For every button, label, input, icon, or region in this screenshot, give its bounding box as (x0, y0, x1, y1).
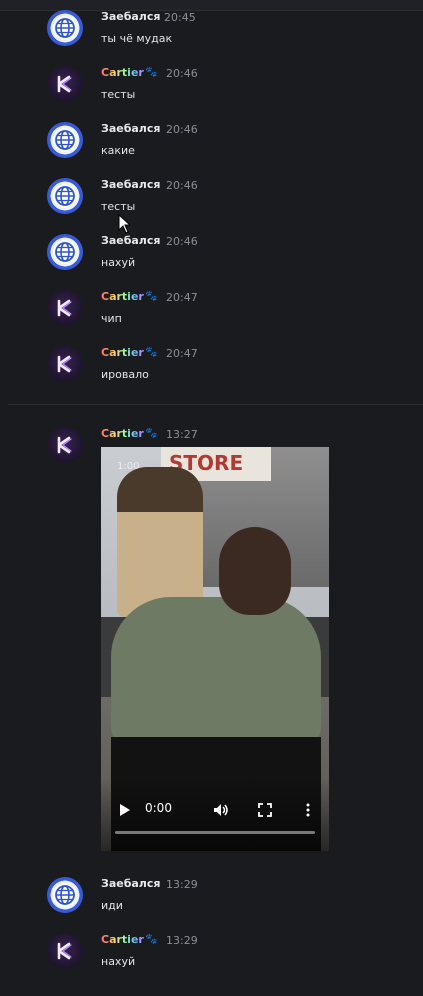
mouse-cursor-icon (118, 214, 130, 234)
video-current-time: 0:00 (145, 801, 172, 815)
message-text: какие (101, 144, 135, 157)
video-badge-text: 1:00 (117, 461, 140, 472)
avatar[interactable] (47, 122, 83, 158)
message-item: Cartier 🐾 20:47 ировало (0, 346, 423, 396)
message-item: Cartier 🐾 13:29 нахуй (0, 933, 423, 983)
timestamp: 20:46 (166, 235, 198, 248)
message-item: Cartier 🐾 20:46 тесты (0, 66, 423, 116)
message-item: Заебался 20:46 тесты (0, 178, 423, 228)
play-icon[interactable] (119, 803, 131, 817)
message-item: Заебался 20:46 какие (0, 122, 423, 172)
globe-icon (55, 130, 75, 150)
avatar[interactable] (47, 234, 83, 270)
paw-badge-icon: 🐾 (145, 934, 158, 945)
avatar[interactable] (47, 877, 83, 913)
message-text: чип (101, 312, 122, 325)
timestamp: 20:46 (166, 123, 198, 136)
author-name[interactable]: Cartier (101, 290, 144, 303)
k-logo-icon (57, 299, 72, 317)
timestamp: 20:46 (166, 67, 198, 80)
message-text: тесты (101, 200, 136, 213)
avatar[interactable] (47, 427, 83, 463)
volume-icon[interactable] (213, 803, 229, 817)
k-logo-icon (57, 75, 72, 93)
globe-icon (55, 242, 75, 262)
fullscreen-icon[interactable] (258, 803, 272, 817)
globe-icon (55, 885, 75, 905)
message-item: Заебался 13:29 иди (0, 877, 423, 927)
avatar[interactable] (47, 178, 83, 214)
message-text: ты чё мудак (101, 32, 173, 45)
timestamp: 20:46 (166, 179, 198, 192)
video-frame (111, 597, 321, 747)
globe-icon (55, 18, 75, 38)
author-name[interactable]: Cartier (101, 933, 144, 946)
author-name[interactable]: Заебался (101, 877, 160, 890)
video-player[interactable]: STORE 1:00 0:00 (101, 447, 329, 851)
avatar[interactable] (47, 66, 83, 102)
timestamp: 13:27 (166, 428, 198, 441)
video-frame (117, 467, 203, 617)
video-controls: 0:00 (101, 793, 329, 833)
message-text: нахуй (101, 256, 136, 269)
message-item: Cartier 🐾 20:47 чип (0, 290, 423, 340)
paw-badge-icon: 🐾 (145, 291, 158, 302)
paw-badge-icon: 🐾 (145, 347, 158, 358)
more-options-icon[interactable] (305, 803, 311, 817)
video-progress-track[interactable] (115, 831, 315, 834)
timestamp: 20:47 (166, 347, 198, 360)
timestamp: 20:45 (164, 11, 196, 24)
avatar[interactable] (47, 10, 83, 46)
globe-icon (55, 186, 75, 206)
author-name[interactable]: Заебался (101, 10, 160, 23)
message-text: тесты (101, 88, 136, 101)
k-logo-icon (57, 436, 72, 454)
video-frame (219, 527, 291, 615)
timestamp: 13:29 (166, 934, 198, 947)
message-item: Заебался 20:45 ты чё мудак (0, 10, 423, 60)
paw-badge-icon: 🐾 (145, 67, 158, 78)
k-logo-icon (57, 355, 72, 373)
message-text: иди (101, 899, 123, 912)
avatar[interactable] (47, 933, 83, 969)
timestamp: 13:29 (166, 878, 198, 891)
paw-badge-icon: 🐾 (145, 428, 158, 439)
author-name[interactable]: Заебался (101, 178, 160, 191)
k-logo-icon (57, 942, 72, 960)
author-name[interactable]: Заебался (101, 122, 160, 135)
date-divider (8, 404, 423, 405)
message-text: нахуй (101, 955, 136, 968)
author-name[interactable]: Cartier (101, 427, 144, 440)
author-name[interactable]: Cartier (101, 66, 144, 79)
avatar[interactable] (47, 346, 83, 382)
author-name[interactable]: Заебался (101, 234, 160, 247)
author-name[interactable]: Cartier (101, 346, 144, 359)
timestamp: 20:47 (166, 291, 198, 304)
avatar[interactable] (47, 290, 83, 326)
message-text: ировало (101, 368, 149, 381)
message-item: Заебался 20:46 нахуй (0, 234, 423, 284)
